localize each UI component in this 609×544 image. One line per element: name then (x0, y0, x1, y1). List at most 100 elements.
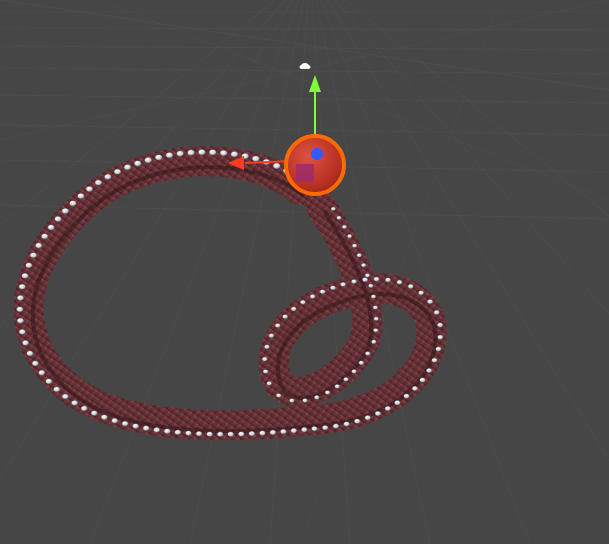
sucker (264, 344, 270, 350)
sucker (319, 289, 326, 295)
sucker (407, 283, 414, 289)
light-icon[interactable] (299, 63, 311, 69)
grid-line (344, 0, 609, 217)
sucker (351, 369, 357, 374)
sucker (268, 333, 275, 338)
sucker (309, 294, 316, 299)
sucker (427, 299, 434, 305)
sucker (435, 346, 442, 352)
sucker (153, 427, 161, 433)
sucker (132, 423, 139, 429)
sucker (185, 430, 192, 436)
sucker (343, 421, 350, 427)
sucker (324, 390, 331, 395)
sucker (174, 429, 182, 435)
sucker (385, 277, 391, 283)
grid-line (315, 0, 431, 544)
sucker (418, 290, 425, 296)
sucker (300, 299, 306, 305)
sucker (38, 369, 46, 376)
sucker (18, 283, 26, 290)
sucker (16, 295, 24, 301)
sucker (354, 418, 361, 424)
sucker (104, 173, 112, 180)
sucker (311, 426, 318, 432)
sucker (373, 328, 379, 333)
sucker (31, 360, 39, 367)
sucker (343, 377, 349, 382)
sucker (16, 306, 24, 313)
sucker (290, 428, 298, 434)
sucker (18, 329, 26, 335)
sucker (85, 186, 94, 192)
sucker (230, 151, 239, 158)
xy-plane-handle[interactable] (296, 164, 314, 182)
sucker (123, 164, 132, 171)
sucker (364, 273, 371, 278)
sucker (142, 425, 150, 431)
sucker (266, 381, 272, 386)
sucker (227, 431, 234, 437)
sucker (437, 334, 444, 340)
sucker (437, 322, 444, 328)
sucker (347, 234, 353, 239)
sucker (364, 351, 371, 356)
y-axis-handle[interactable] (309, 75, 321, 92)
sucker (282, 314, 289, 319)
grid-line (0, 0, 609, 141)
scene-viewport[interactable] (0, 0, 609, 544)
sucker (45, 378, 53, 385)
sucker (394, 400, 401, 406)
sucker (336, 215, 342, 220)
sucker (269, 429, 277, 436)
sucker (80, 405, 88, 412)
sucker (372, 305, 379, 310)
grid-line (0, 0, 609, 91)
z-axis-handle[interactable] (311, 148, 323, 160)
grid-line (0, 27, 609, 31)
sucker (290, 306, 297, 312)
sucker (206, 431, 213, 437)
sucker (419, 377, 426, 383)
scene-canvas[interactable] (0, 0, 609, 544)
sucker (134, 160, 142, 167)
sucker (289, 398, 295, 403)
sucker (41, 233, 49, 240)
sucker (47, 224, 55, 231)
grid-line (189, 0, 305, 544)
sucker (280, 428, 287, 435)
sucker (362, 277, 369, 283)
sucker (330, 285, 336, 291)
sucker (61, 393, 69, 400)
sucker (364, 415, 371, 421)
sucker (16, 317, 24, 324)
sucker (53, 386, 61, 393)
sucker (238, 431, 245, 437)
sucker (431, 357, 438, 363)
tentacle-mesh[interactable] (13, 146, 447, 441)
sucker (334, 384, 340, 389)
sucker (121, 420, 129, 427)
sucker (29, 252, 37, 259)
sucker (25, 262, 33, 269)
grid-line (299, 0, 501, 544)
sucker (314, 395, 320, 400)
sucker (154, 154, 163, 161)
sucker (384, 405, 391, 412)
sucker (373, 316, 379, 321)
sucker (341, 224, 347, 230)
sucker (54, 216, 62, 222)
sucker (371, 339, 377, 345)
sucker (100, 414, 108, 420)
sucker (322, 425, 329, 431)
gizmo-ring[interactable] (284, 134, 346, 196)
sucker (368, 283, 374, 288)
sucker (69, 200, 77, 207)
sucker (374, 410, 382, 417)
sucker (358, 360, 365, 366)
sucker (356, 253, 362, 258)
grid-line (269, 0, 309, 544)
sucker (370, 294, 377, 299)
grid-line (0, 94, 609, 104)
sucker (94, 179, 103, 186)
